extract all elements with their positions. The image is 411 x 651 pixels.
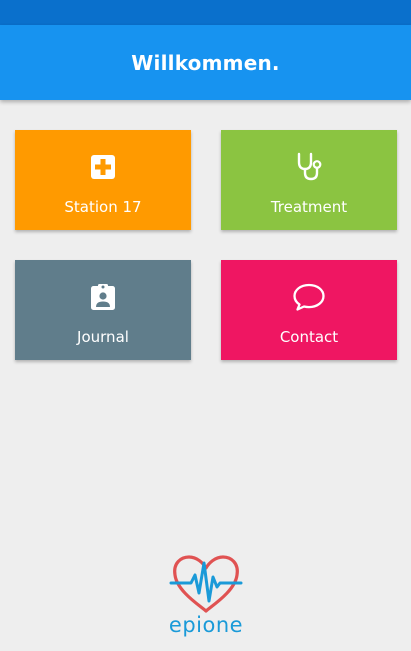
medical-cross-icon xyxy=(15,152,191,182)
page-title: Willkommen. xyxy=(131,50,280,75)
epione-logo: epione xyxy=(165,553,247,643)
station-tile-label: Station 17 xyxy=(64,198,142,216)
treatment-tile[interactable]: Treatment xyxy=(221,130,397,230)
journal-tile-label: Journal xyxy=(77,328,129,346)
chat-bubble-icon xyxy=(221,282,397,312)
contact-tile-label: Contact xyxy=(279,328,339,346)
heart-pulse-icon xyxy=(169,555,243,613)
treatment-tile-label: Treatment xyxy=(270,198,348,216)
journal-tile[interactable]: Journal xyxy=(15,260,191,360)
stethoscope-icon xyxy=(221,152,397,182)
status-bar xyxy=(0,0,411,25)
station-tile[interactable]: Station 17 xyxy=(15,130,191,230)
clipboard-person-icon xyxy=(15,282,191,312)
logo-text: epione xyxy=(168,613,244,637)
app-bar: Willkommen. xyxy=(0,25,411,100)
contact-tile[interactable]: Contact xyxy=(221,260,397,360)
